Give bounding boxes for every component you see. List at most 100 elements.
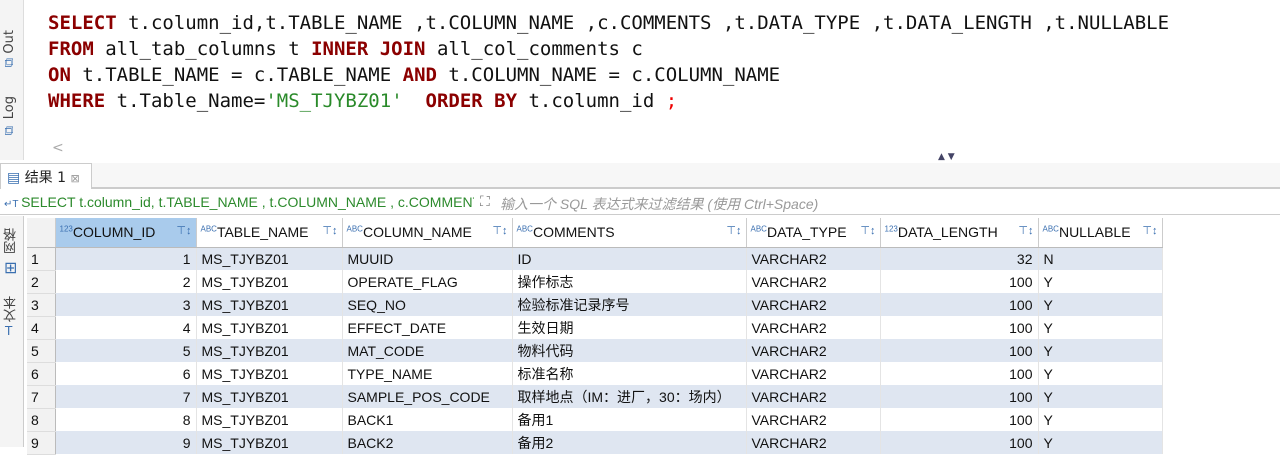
table-row[interactable]: 1 1 MS_TJYBZ01 MUUID ID VARCHAR2 32 N: [27, 247, 1163, 271]
cell-data-type[interactable]: VARCHAR2: [746, 385, 881, 408]
cell-data-type[interactable]: VARCHAR2: [746, 316, 881, 339]
cell-nullable[interactable]: Y: [1038, 293, 1163, 316]
cell-column-id[interactable]: 2: [55, 270, 197, 293]
expand-icon[interactable]: ⛶: [480, 193, 490, 210]
cell-comments[interactable]: 操作标志: [512, 270, 747, 293]
cell-data-type[interactable]: VARCHAR2: [746, 408, 881, 431]
out-tab[interactable]: Out: [2, 30, 17, 54]
cell-column-id[interactable]: 9: [55, 431, 197, 454]
cell-table-name[interactable]: MS_TJYBZ01: [196, 408, 343, 431]
cell-data-length[interactable]: 100: [880, 385, 1039, 408]
row-number[interactable]: 3: [27, 293, 56, 317]
cell-column-id[interactable]: 6: [55, 362, 197, 385]
text-view-tab[interactable]: 文本: [2, 296, 21, 322]
cell-data-type[interactable]: VARCHAR2: [746, 247, 881, 270]
cell-nullable[interactable]: Y: [1038, 408, 1163, 431]
sort-filter-icon[interactable]: ⊤↕: [492, 224, 507, 237]
row-number[interactable]: 4: [27, 316, 56, 340]
cell-data-length[interactable]: 100: [880, 339, 1039, 362]
sort-filter-icon[interactable]: ⊤↕: [726, 224, 741, 237]
cell-column-name[interactable]: BACK2: [342, 431, 513, 454]
cell-table-name[interactable]: MS_TJYBZ01: [196, 316, 343, 339]
cell-data-length[interactable]: 100: [880, 408, 1039, 431]
cell-data-length[interactable]: 100: [880, 293, 1039, 316]
table-row[interactable]: 5 5 MS_TJYBZ01 MAT_CODE 物料代码 VARCHAR2 100 Y: [27, 339, 1163, 363]
row-number[interactable]: 7: [27, 385, 56, 409]
scroll-left-icon[interactable]: <: [52, 140, 64, 156]
row-number[interactable]: 9: [27, 431, 56, 455]
cell-table-name[interactable]: MS_TJYBZ01: [196, 293, 343, 316]
cell-comments[interactable]: 取样地点（IM：进厂，30：场内）: [512, 385, 747, 408]
column-header-nullable[interactable]: ABCNULLABLE ⊤↕: [1038, 218, 1163, 248]
cell-data-type[interactable]: VARCHAR2: [746, 270, 881, 293]
cell-comments[interactable]: 备用1: [512, 408, 747, 431]
cell-table-name[interactable]: MS_TJYBZ01: [196, 247, 343, 270]
cell-nullable[interactable]: Y: [1038, 316, 1163, 339]
column-header-column-name[interactable]: ABCCOLUMN_NAME ⊤↕: [342, 218, 513, 248]
cell-data-length[interactable]: 100: [880, 316, 1039, 339]
table-row[interactable]: 9 9 MS_TJYBZ01 BACK2 备用2 VARCHAR2 100 Y: [27, 431, 1163, 455]
sort-filter-icon[interactable]: ⊤↕: [860, 224, 875, 237]
table-row[interactable]: 8 8 MS_TJYBZ01 BACK1 备用1 VARCHAR2 100 Y: [27, 408, 1163, 432]
column-header-table-name[interactable]: ABCTABLE_NAME ⊤↕: [196, 218, 343, 248]
cell-data-type[interactable]: VARCHAR2: [746, 339, 881, 362]
grid-view-icon[interactable]: ⊞: [4, 258, 17, 277]
cell-data-type[interactable]: VARCHAR2: [746, 362, 881, 385]
table-row[interactable]: 4 4 MS_TJYBZ01 EFFECT_DATE 生效日期 VARCHAR2 100 Y: [27, 316, 1163, 340]
cell-table-name[interactable]: MS_TJYBZ01: [196, 385, 343, 408]
cell-comments[interactable]: 备用2: [512, 431, 747, 454]
row-number[interactable]: 1: [27, 247, 56, 271]
close-tab-icon[interactable]: ⊠: [71, 172, 80, 185]
cell-column-name[interactable]: SEQ_NO: [342, 293, 513, 316]
cell-nullable[interactable]: Y: [1038, 385, 1163, 408]
table-row[interactable]: 2 2 MS_TJYBZ01 OPERATE_FLAG 操作标志 VARCHAR2 100 Y: [27, 270, 1163, 294]
row-number[interactable]: 6: [27, 362, 56, 386]
grid-view-tab[interactable]: 网格: [2, 228, 21, 254]
cell-column-id[interactable]: 4: [55, 316, 197, 339]
panel-toggle-arrows[interactable]: ▲ ▼: [938, 152, 955, 162]
sql-editor[interactable]: SELECT t.column_id,t.TABLE_NAME ,t.COLUM…: [48, 10, 1169, 114]
table-row[interactable]: 6 6 MS_TJYBZ01 TYPE_NAME 标准名称 VARCHAR2 100 Y: [27, 362, 1163, 386]
cell-nullable[interactable]: N: [1038, 247, 1163, 270]
cell-column-name[interactable]: EFFECT_DATE: [342, 316, 513, 339]
column-header-data-type[interactable]: ABCDATA_TYPE ⊤↕: [746, 218, 881, 248]
sort-filter-icon[interactable]: ⊤↕: [176, 224, 191, 237]
cell-comments[interactable]: 物料代码: [512, 339, 747, 362]
row-number[interactable]: 2: [27, 270, 56, 294]
cell-data-type[interactable]: VARCHAR2: [746, 431, 881, 454]
cell-column-id[interactable]: 3: [55, 293, 197, 316]
text-view-icon[interactable]: T: [5, 324, 12, 338]
cell-data-length[interactable]: 100: [880, 431, 1039, 454]
cell-table-name[interactable]: MS_TJYBZ01: [196, 431, 343, 454]
cell-data-length[interactable]: 100: [880, 270, 1039, 293]
cell-column-name[interactable]: TYPE_NAME: [342, 362, 513, 385]
sort-filter-icon[interactable]: ⊤↕: [1142, 224, 1157, 237]
cell-comments[interactable]: 生效日期: [512, 316, 747, 339]
log-tab[interactable]: Log: [2, 96, 17, 119]
cell-column-name[interactable]: SAMPLE_POS_CODE: [342, 385, 513, 408]
cell-column-id[interactable]: 1: [55, 247, 197, 270]
cell-column-id[interactable]: 8: [55, 408, 197, 431]
cell-column-id[interactable]: 5: [55, 339, 197, 362]
cell-data-type[interactable]: VARCHAR2: [746, 293, 881, 316]
cell-table-name[interactable]: MS_TJYBZ01: [196, 270, 343, 293]
cell-nullable[interactable]: Y: [1038, 339, 1163, 362]
column-header-comments[interactable]: ABCCOMMENTS ⊤↕: [512, 218, 747, 248]
cell-nullable[interactable]: Y: [1038, 431, 1163, 454]
sort-filter-icon[interactable]: ⊤↕: [1018, 224, 1033, 237]
column-header-column-id[interactable]: 123COLUMN_ID ⊤↕: [55, 218, 197, 248]
cell-table-name[interactable]: MS_TJYBZ01: [196, 362, 343, 385]
cell-comments[interactable]: 检验标准记录序号: [512, 293, 747, 316]
cell-nullable[interactable]: Y: [1038, 270, 1163, 293]
cell-column-id[interactable]: 7: [55, 385, 197, 408]
cell-table-name[interactable]: MS_TJYBZ01: [196, 339, 343, 362]
cell-column-name[interactable]: MUUID: [342, 247, 513, 270]
editor-horizontal-scrollbar[interactable]: <: [24, 140, 1280, 160]
row-number[interactable]: 8: [27, 408, 56, 432]
cell-data-length[interactable]: 100: [880, 362, 1039, 385]
cell-column-name[interactable]: MAT_CODE: [342, 339, 513, 362]
tab-results-1[interactable]: ▤ 结果 1 ⊠: [0, 163, 92, 189]
table-row[interactable]: 7 7 MS_TJYBZ01 SAMPLE_POS_CODE 取样地点（IM：进厂，30…: [27, 385, 1163, 409]
table-row[interactable]: 3 3 MS_TJYBZ01 SEQ_NO 检验标准记录序号 VARCHAR2 100 Y: [27, 293, 1163, 317]
cell-column-name[interactable]: BACK1: [342, 408, 513, 431]
